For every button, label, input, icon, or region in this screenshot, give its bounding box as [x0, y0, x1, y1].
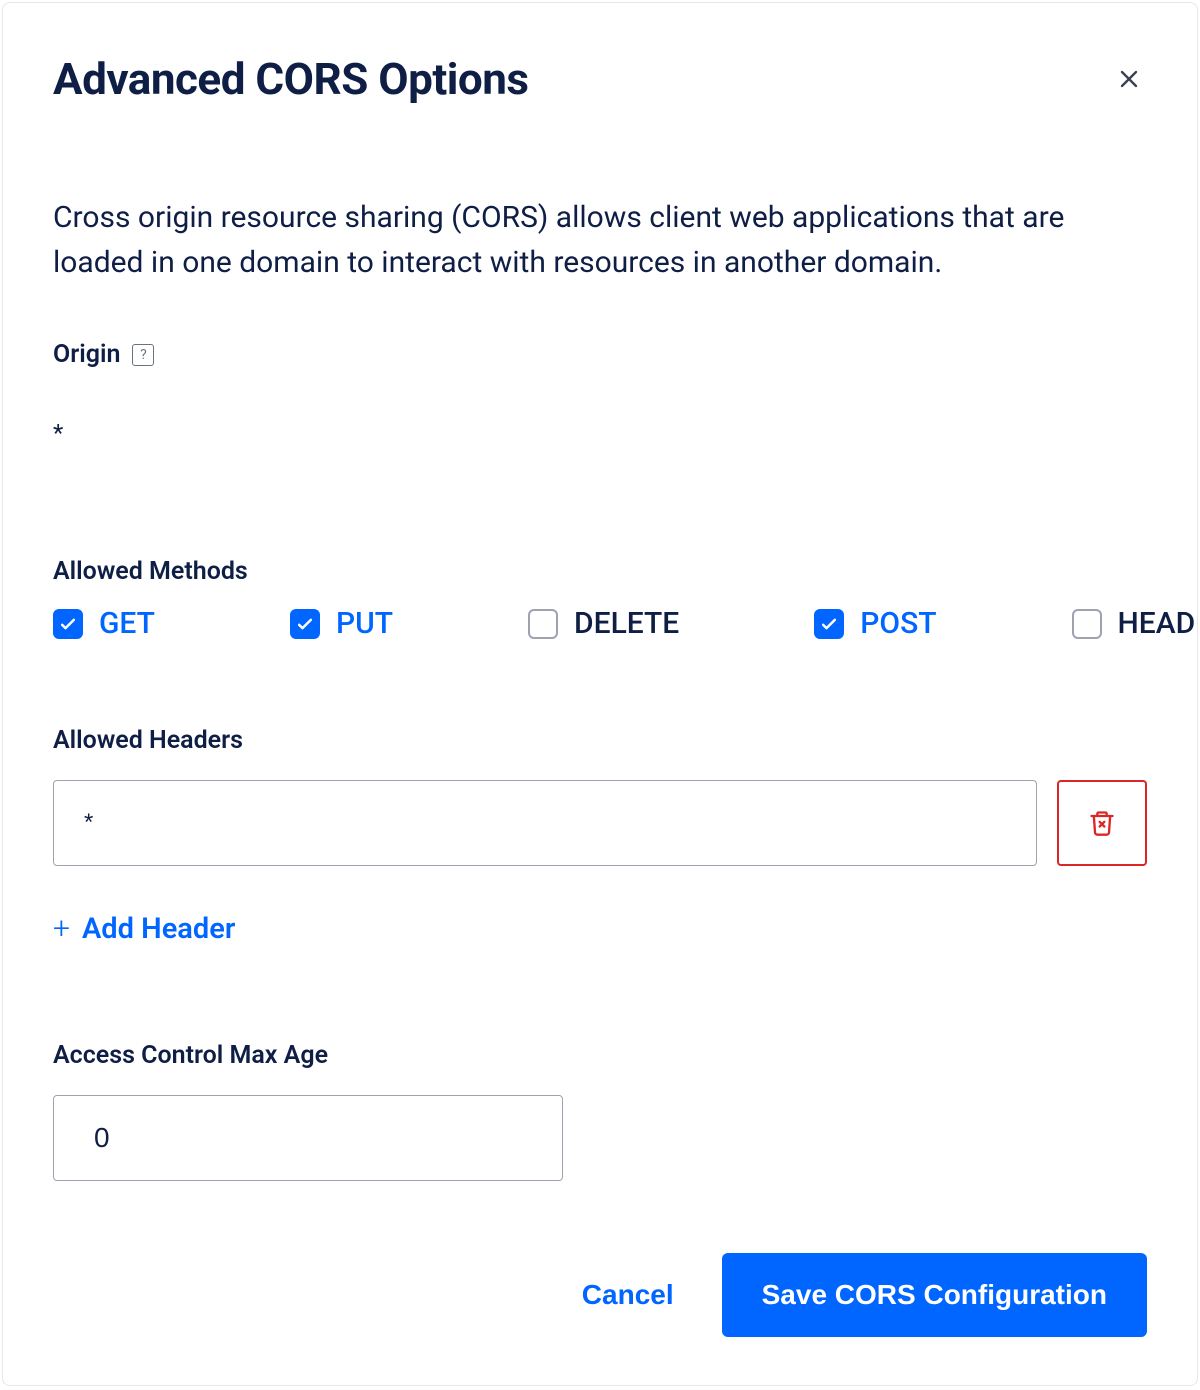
max-age-label: Access Control Max Age	[53, 1041, 1147, 1070]
allowed-headers-section: Allowed Headers + Add Header	[53, 726, 1147, 946]
modal-footer: Cancel Save CORS Configuration	[564, 1253, 1147, 1337]
origin-value: *	[53, 419, 1147, 447]
cors-options-modal: Advanced CORS Options Cross origin resou…	[2, 2, 1198, 1386]
checkbox-icon	[814, 609, 844, 639]
add-header-label: Add Header	[82, 912, 235, 946]
save-button[interactable]: Save CORS Configuration	[722, 1253, 1147, 1337]
checkbox-icon	[290, 609, 320, 639]
modal-header: Advanced CORS Options	[53, 53, 1147, 105]
add-header-button[interactable]: + Add Header	[53, 911, 1147, 946]
origin-label: Origin	[53, 340, 120, 369]
method-checkbox-get[interactable]: GET	[53, 606, 155, 641]
method-label: PUT	[336, 606, 393, 641]
plus-icon: +	[53, 911, 70, 946]
allowed-headers-label: Allowed Headers	[53, 726, 1147, 755]
modal-title: Advanced CORS Options	[53, 53, 528, 105]
trash-icon	[1088, 809, 1116, 837]
cancel-button[interactable]: Cancel	[564, 1255, 692, 1335]
method-checkbox-delete[interactable]: DELETE	[528, 606, 679, 641]
help-icon[interactable]: ?	[132, 344, 154, 366]
methods-row: GETPUTDELETEPOSTHEAD	[53, 606, 1147, 641]
delete-header-button[interactable]	[1057, 780, 1147, 866]
method-label: GET	[99, 606, 155, 641]
origin-label-row: Origin ?	[53, 340, 1147, 369]
modal-description: Cross origin resource sharing (CORS) all…	[53, 195, 1147, 285]
origin-section: Origin ? *	[53, 340, 1147, 447]
method-checkbox-put[interactable]: PUT	[290, 606, 393, 641]
method-checkbox-post[interactable]: POST	[814, 606, 936, 641]
checkbox-icon	[1072, 609, 1102, 639]
max-age-input[interactable]	[53, 1095, 563, 1181]
method-label: HEAD	[1118, 606, 1196, 641]
allowed-header-input[interactable]	[53, 780, 1037, 866]
checkbox-icon	[528, 609, 558, 639]
method-label: POST	[860, 606, 936, 641]
close-icon	[1115, 65, 1143, 93]
max-age-section: Access Control Max Age	[53, 1041, 1147, 1181]
allowed-methods-section: Allowed Methods GETPUTDELETEPOSTHEAD	[53, 557, 1147, 641]
allowed-methods-label: Allowed Methods	[53, 557, 1147, 586]
checkbox-icon	[53, 609, 83, 639]
method-label: DELETE	[574, 606, 679, 641]
header-input-row	[53, 780, 1147, 866]
method-checkbox-head[interactable]: HEAD	[1072, 606, 1196, 641]
close-button[interactable]	[1111, 61, 1147, 101]
